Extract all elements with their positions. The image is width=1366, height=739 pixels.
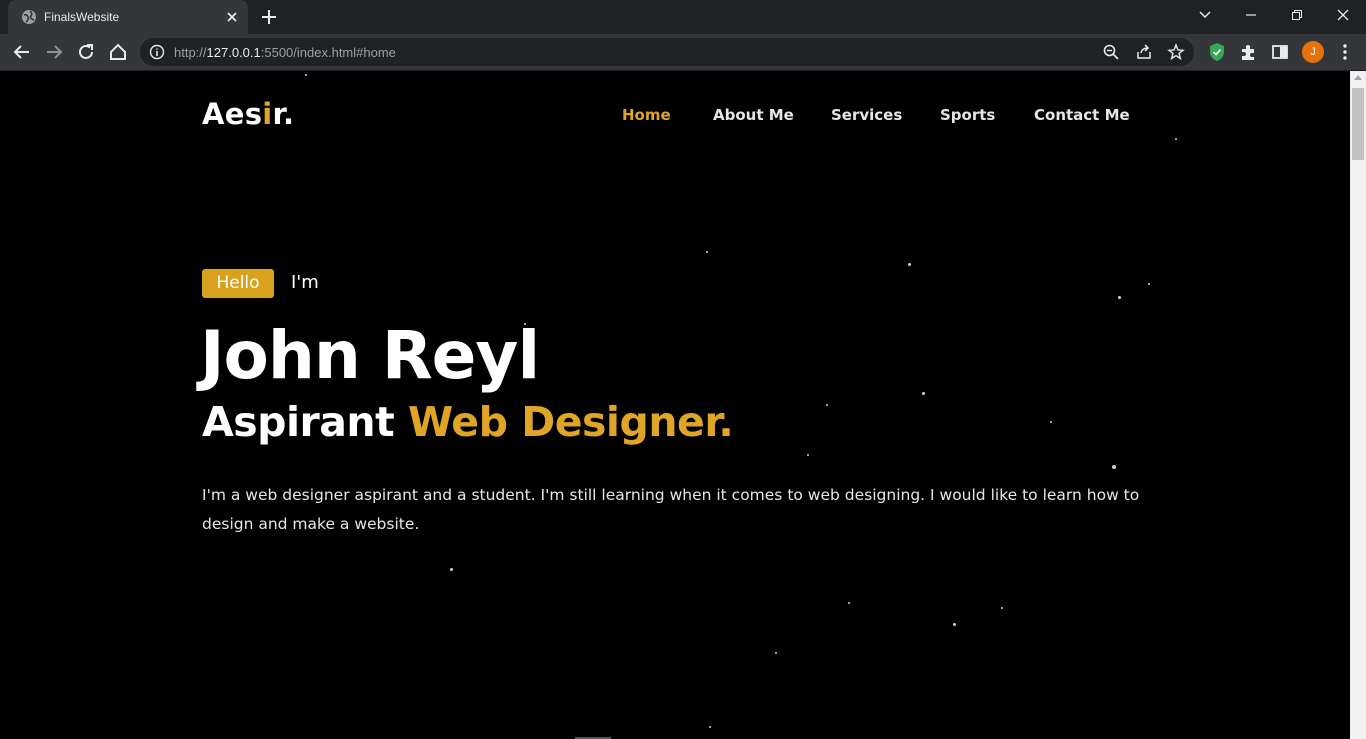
extensions-icon[interactable] bbox=[1237, 41, 1259, 63]
url-text[interactable]: http://127.0.0.1:5500/index.html#home bbox=[174, 45, 396, 60]
scrollbar-thumb[interactable] bbox=[1352, 88, 1364, 160]
logo-text-accent: i bbox=[262, 97, 273, 131]
url-host: 127.0.0.1 bbox=[206, 45, 261, 60]
info-icon[interactable] bbox=[149, 44, 165, 60]
browser-tab[interactable]: FinalsWebsite bbox=[8, 0, 248, 34]
hero-name: John Reyl bbox=[200, 317, 540, 394]
hero-role: Aspirant Web Designer. bbox=[202, 398, 734, 446]
minimize-icon bbox=[1246, 14, 1256, 16]
role-accent: Web Designer. bbox=[408, 398, 734, 446]
nav-link-services[interactable]: Services bbox=[831, 106, 902, 124]
globe-icon bbox=[22, 10, 36, 24]
role-prefix: Aspirant bbox=[202, 398, 395, 446]
minimize-button[interactable] bbox=[1228, 0, 1274, 30]
tab-strip: FinalsWebsite bbox=[0, 0, 1366, 34]
zoom-icon[interactable] bbox=[1102, 43, 1120, 61]
side-panel-icon[interactable] bbox=[1269, 41, 1291, 63]
nav-link-home[interactable]: Home bbox=[622, 106, 671, 124]
restore-button[interactable] bbox=[1274, 0, 1320, 30]
home-icon[interactable] bbox=[107, 41, 129, 63]
page-scrollbar[interactable] bbox=[1350, 71, 1366, 739]
back-arrow-icon[interactable] bbox=[11, 41, 33, 63]
forward-arrow-icon[interactable] bbox=[43, 41, 65, 63]
close-window-button[interactable] bbox=[1320, 0, 1366, 30]
profile-avatar[interactable]: J bbox=[1302, 41, 1324, 63]
browser-toolbar: http://127.0.0.1:5500/index.html#home J bbox=[0, 34, 1366, 71]
logo-text-end: r. bbox=[272, 97, 295, 131]
tab-title: FinalsWebsite bbox=[44, 10, 120, 24]
scroll-up-arrow-icon[interactable] bbox=[1354, 75, 1362, 80]
page-viewport: Aesir. Home About Me Services Sports Con… bbox=[0, 71, 1350, 739]
url-path: :5500/index.html#home bbox=[260, 45, 396, 60]
menu-kebab-icon[interactable] bbox=[1334, 41, 1356, 63]
hello-badge: Hello bbox=[202, 269, 274, 298]
restore-icon bbox=[1292, 10, 1302, 20]
nav-link-sports[interactable]: Sports bbox=[940, 106, 995, 124]
bookmark-star-icon[interactable] bbox=[1167, 43, 1185, 61]
shield-icon[interactable] bbox=[1206, 41, 1228, 63]
nav-link-contact-me[interactable]: Contact Me bbox=[1034, 106, 1130, 124]
new-tab-icon[interactable] bbox=[259, 7, 279, 27]
nav-link-about-me[interactable]: About Me bbox=[713, 106, 794, 124]
close-icon bbox=[1337, 9, 1349, 21]
site-logo[interactable]: Aesir. bbox=[202, 97, 294, 131]
reload-icon[interactable] bbox=[75, 41, 97, 63]
share-icon[interactable] bbox=[1135, 43, 1153, 61]
close-tab-icon[interactable] bbox=[223, 8, 241, 26]
hero-bio: I'm a web designer aspirant and a studen… bbox=[202, 486, 1140, 533]
tab-search-icon[interactable] bbox=[1192, 4, 1218, 26]
logo-text-main: Aes bbox=[202, 97, 263, 131]
greeting-text: I'm bbox=[291, 272, 319, 293]
address-bar[interactable]: http://127.0.0.1:5500/index.html#home bbox=[140, 38, 1194, 66]
url-prefix: http:// bbox=[174, 45, 207, 60]
